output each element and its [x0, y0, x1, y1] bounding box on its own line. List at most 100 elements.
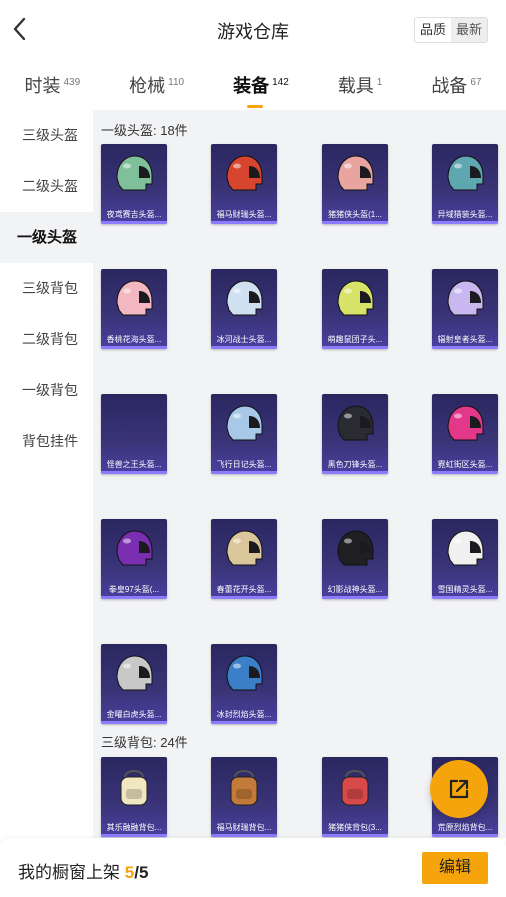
item-card[interactable]: 其乐融融背包...	[101, 757, 167, 837]
helmet-icon	[226, 280, 263, 316]
item-card[interactable]: 拳皇97头盔(...	[101, 519, 167, 599]
helmet-icon	[447, 530, 484, 566]
item-card[interactable]: 冰封烈焰头盔...	[211, 644, 277, 724]
item-card-label: 福马财瑞背包...	[216, 823, 272, 832]
helmet-icon	[447, 405, 484, 441]
tab-label: 时装	[24, 76, 61, 96]
helmet-icon	[226, 405, 263, 441]
helmet-icon	[116, 155, 153, 191]
tab-underline	[246, 105, 263, 108]
item-card-label: 黑色刀锋头盔...	[327, 460, 383, 469]
item-card[interactable]: 黑色刀锋头盔...	[322, 394, 388, 474]
helmet-icon	[337, 405, 374, 441]
helmet-icon	[447, 280, 484, 316]
sidebar-item-level2-helmet[interactable]: 二级头盔	[0, 161, 93, 212]
tab-vehicles[interactable]: 载具 1	[338, 62, 383, 98]
tab-label: 装备	[233, 76, 270, 96]
item-card[interactable]: 金曜白虎头盔...	[101, 644, 167, 724]
item-card-label: 飞行日记头盔...	[216, 460, 272, 469]
showcase-total-count: 5	[138, 863, 149, 882]
tab-equipment[interactable]: 装备 142	[233, 62, 289, 108]
category-tabs: 时装 439 枪械 110 装备 142 载具 1 战备 67	[0, 62, 506, 108]
helmet-icon	[116, 530, 153, 566]
sidebar-item-level2-backpack[interactable]: 二级背包	[0, 314, 93, 365]
item-card[interactable]: 异域猎装头盔...	[432, 144, 498, 224]
item-card-label: 冰封烈焰头盔...	[216, 710, 272, 719]
helmet-icon	[337, 530, 374, 566]
item-card-label: 猪猪侠背包(3...	[328, 823, 382, 832]
item-card[interactable]: 香桃花海头盔...	[101, 269, 167, 349]
helmet-icon	[116, 280, 153, 316]
item-card-label: 猪猪侠头盔(1...	[328, 210, 382, 219]
sidebar-item-backpack-charm[interactable]: 背包挂件	[0, 416, 93, 467]
backpack-icon	[230, 770, 258, 806]
item-card-label: 雪国精灵头盔...	[437, 585, 493, 594]
sidebar-item-level3-helmet[interactable]: 三级头盔	[0, 110, 93, 161]
helmet-icon	[337, 155, 374, 191]
tab-label: 战备	[431, 76, 468, 96]
item-card[interactable]: 辐射皇者头盔...	[432, 269, 498, 349]
sort-quality-button[interactable]: 品质	[415, 18, 451, 42]
item-card-label: 香桃花海头盔...	[106, 335, 162, 344]
tab-supplies[interactable]: 战备 67	[431, 62, 481, 98]
item-card[interactable]: 春蕾花开头盔...	[211, 519, 277, 599]
item-card-label: 霓虹街区头盔...	[437, 460, 493, 469]
showcase-current-count: 5	[124, 863, 135, 882]
item-card-label: 冰河战士头盔...	[216, 335, 272, 344]
tab-label: 枪械	[129, 76, 166, 96]
share-external-icon	[449, 779, 469, 799]
helmet-icon	[226, 530, 263, 566]
item-card-label: 拳皇97头盔(...	[108, 585, 160, 594]
section-title-helmets: 一级头盔: 18件	[101, 123, 188, 138]
edit-button[interactable]: 编辑	[422, 852, 488, 884]
item-card[interactable]: 飞行日记头盔...	[211, 394, 277, 474]
item-card-label: 夜鸢赛吉头盔...	[106, 210, 162, 219]
item-card-label: 荒原烈焰背包...	[437, 823, 493, 832]
header: 游戏仓库 品质 最新	[0, 0, 506, 60]
helmet-icon	[337, 280, 374, 316]
tab-weapons[interactable]: 枪械 110	[129, 62, 184, 98]
tab-count: 1	[376, 77, 383, 88]
sidebar-item-level3-backpack[interactable]: 三级背包	[0, 263, 93, 314]
tab-count: 142	[272, 77, 289, 88]
item-list[interactable]: 一级头盔: 18件 夜鸢赛吉头盔... 福马财瑞头盔... 猪猪侠头盔(1... 异域…	[93, 110, 506, 838]
item-card[interactable]: 怪兽之王头盔...	[101, 394, 167, 474]
item-card[interactable]: 猪猪侠头盔(1...	[322, 144, 388, 224]
item-card-label: 萌趣鼠团子头...	[327, 335, 383, 344]
item-card[interactable]: 福马财瑞头盔...	[211, 144, 277, 224]
item-card-label: 辐射皇者头盔...	[437, 335, 493, 344]
backpack-icon	[341, 770, 369, 806]
showcase-label: 我的橱窗上架	[18, 863, 120, 882]
helmet-icon	[116, 655, 153, 691]
item-card[interactable]: 猪猪侠背包(3...	[322, 757, 388, 837]
item-card-label: 怪兽之王头盔...	[106, 460, 162, 469]
item-card-label: 幻影战神头盔...	[327, 585, 383, 594]
share-fab-button[interactable]	[430, 760, 488, 818]
item-card-label: 春蕾花开头盔...	[216, 585, 272, 594]
item-card[interactable]: 幻影战神头盔...	[322, 519, 388, 599]
item-card[interactable]: 夜鸢赛吉头盔...	[101, 144, 167, 224]
tab-count: 439	[63, 77, 81, 88]
showcase-footer: 我的橱窗上架 5/5 编辑	[0, 838, 506, 897]
item-card-label: 异域猎装头盔...	[437, 210, 493, 219]
item-card[interactable]: 霓虹街区头盔...	[432, 394, 498, 474]
section-title-backpacks: 三级背包: 24件	[101, 735, 188, 750]
item-card[interactable]: 雪国精灵头盔...	[432, 519, 498, 599]
helmet-icon	[226, 655, 263, 691]
tab-label: 载具	[337, 76, 374, 96]
sidebar-item-level1-backpack[interactable]: 一级背包	[0, 365, 93, 416]
item-card-label: 金曜白虎头盔...	[106, 710, 162, 719]
showcase-status: 我的橱窗上架 5/5	[18, 858, 148, 883]
item-card-label: 福马财瑞头盔...	[216, 210, 272, 219]
item-card[interactable]: 冰河战士头盔...	[211, 269, 277, 349]
sort-newest-button[interactable]: 最新	[450, 18, 487, 42]
tab-fashion[interactable]: 时装 439	[24, 62, 80, 98]
item-card-label: 其乐融融背包...	[106, 823, 162, 832]
sidebar: 三级头盔 二级头盔 一级头盔 三级背包 二级背包 一级背包 背包挂件	[0, 110, 93, 838]
item-card[interactable]: 福马财瑞背包...	[211, 757, 277, 837]
tab-count: 67	[470, 77, 482, 88]
tab-count: 110	[168, 77, 185, 88]
item-card[interactable]: 萌趣鼠团子头...	[322, 269, 388, 349]
sidebar-item-level1-helmet[interactable]: 一级头盔	[0, 212, 93, 263]
backpack-icon	[120, 770, 148, 806]
